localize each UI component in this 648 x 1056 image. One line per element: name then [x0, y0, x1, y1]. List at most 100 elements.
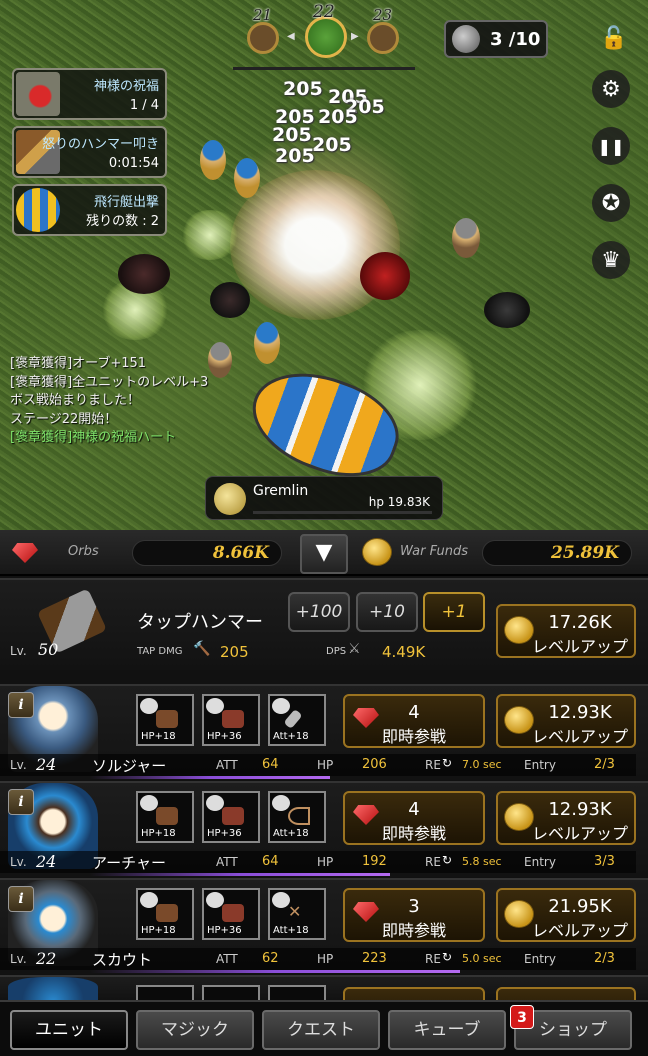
equip-bonus: Att+18	[273, 925, 309, 936]
equip-bonus: HP+36	[207, 925, 242, 936]
entry-label: Entry	[524, 952, 556, 966]
scout-entry: 2/3	[594, 951, 615, 966]
collapse-panel-button[interactable]: ▼	[300, 534, 348, 574]
boss-counter: 3 /10	[444, 20, 548, 58]
chevron-left-icon: ◀	[287, 31, 295, 42]
soldier-sprite	[254, 322, 280, 364]
archer-instant-join-button[interactable]: 4 即時参戦	[343, 791, 485, 845]
tab-magic[interactable]: マジック	[136, 1010, 254, 1050]
re-label: RE	[425, 952, 441, 966]
multiplier-10-button[interactable]: +10	[356, 592, 418, 632]
battle-field[interactable]: 21 22 23 ◀ ▶ 3 /10 🔓 ⚙ ❚❚ ✪ ♛ 神様の祝福 1 / …	[0, 0, 648, 530]
archer-hp: 192	[362, 854, 387, 869]
scout-info-button[interactable]: i	[8, 886, 34, 912]
level-label: Lv.	[10, 758, 27, 772]
chat-bubble-icon	[272, 698, 290, 714]
re-label: RE	[425, 855, 441, 869]
knight-sprite	[452, 218, 480, 258]
levelup-button	[496, 987, 636, 1000]
respawn-icon: ↻	[442, 950, 453, 964]
buff-airship[interactable]: 飛行艇出撃 残りの数 : 2	[12, 184, 167, 236]
equip-bonus: HP+18	[141, 731, 176, 742]
unit-row-archer: i HP+18 HP+36 Att+18 4 即時参戦 12.93K レベルアッ…	[0, 781, 648, 877]
orb-gem-icon	[12, 543, 38, 563]
achievement-ribbon-icon[interactable]: ✪	[592, 184, 630, 222]
soldier-equip-slot-3[interactable]: Att+18	[268, 694, 326, 746]
war-funds-label: War Funds	[400, 544, 469, 559]
boss-health-bar: Gremlin hp 19.83K	[205, 476, 443, 520]
scout-instant-join-button[interactable]: 3 即時参戦	[343, 888, 485, 942]
buff-hammer[interactable]: 怒りのハンマー叩き 0:01:54	[12, 126, 167, 178]
scout-equip-slot-2[interactable]: HP+36	[202, 888, 260, 940]
orbs-value: 8.66K	[132, 540, 282, 566]
buff-hammer-timer: 0:01:54	[108, 156, 159, 171]
archer-equip-slot-2[interactable]: HP+36	[202, 791, 260, 843]
tab-cube[interactable]: キューブ	[388, 1010, 506, 1050]
tab-units[interactable]: ユニット	[10, 1010, 128, 1050]
equip-bonus: HP+36	[207, 828, 242, 839]
archer-levelup-button[interactable]: 12.93K レベルアップ	[496, 791, 636, 845]
hammer-name: タップハンマー	[137, 612, 263, 633]
chat-bubble-icon	[272, 795, 290, 811]
soldier-hp: 206	[362, 757, 387, 772]
hat-icon	[156, 710, 178, 728]
archer-info-button[interactable]: i	[8, 789, 34, 815]
boss-skull-icon	[214, 483, 246, 515]
scout-respawn: 5.0 sec	[462, 952, 502, 965]
pause-icon[interactable]: ❚❚	[592, 127, 630, 165]
hat-icon	[156, 807, 178, 825]
archer-equip-slot-1[interactable]: HP+18	[136, 791, 194, 843]
enemy-sprite	[484, 292, 530, 328]
multiplier-100-button[interactable]: +100	[288, 592, 350, 632]
hammer-levelup-button[interactable]: 17.26K レベルアップ	[496, 604, 636, 658]
chevron-right-icon: ▶	[351, 31, 359, 42]
scout-levelup-button[interactable]: 21.95K レベルアップ	[496, 888, 636, 942]
soldier-info-button[interactable]: i	[8, 692, 34, 718]
unlock-icon[interactable]: 🔓	[600, 26, 630, 52]
equip-bonus: HP+18	[141, 925, 176, 936]
scout-equip-slot-3[interactable]: ✕ Att+18	[268, 888, 326, 940]
war-funds-value: 25.89K	[482, 540, 632, 566]
soldier-entry: 2/3	[594, 757, 615, 772]
settings-gear-icon[interactable]: ⚙	[592, 70, 630, 108]
archer-equip-slot-3[interactable]: Att+18	[268, 791, 326, 843]
crossbow-icon: ✕	[288, 902, 302, 921]
unit-row-soldier: i HP+18 HP+36 Att+18 4 即時参戦 12.93K レベルアッ…	[0, 684, 648, 780]
buff-blessing[interactable]: 神様の祝福 1 / 4	[12, 68, 167, 120]
soldier-equip-slot-1[interactable]: HP+18	[136, 694, 194, 746]
att-label: ATT	[216, 855, 238, 869]
airship-icon	[16, 188, 60, 232]
equip-slot	[202, 985, 260, 1000]
scout-equip-slot-1[interactable]: HP+18	[136, 888, 194, 940]
dps-label: DPS	[326, 646, 347, 657]
crown-ranking-icon[interactable]: ♛	[592, 241, 630, 279]
equip-slot	[268, 985, 326, 1000]
armor-icon	[222, 807, 244, 825]
scout-sprite	[208, 342, 232, 378]
equip-bonus: Att+18	[273, 731, 309, 742]
multiplier-1-button[interactable]: +1	[423, 592, 485, 632]
stage-current-icon	[305, 16, 347, 58]
att-label: ATT	[216, 758, 238, 772]
bottom-tab-bar: ユニット マジック クエスト キューブ ショップ 3	[0, 1000, 648, 1056]
coin-icon	[504, 616, 534, 644]
log-line: ステージ22開始！	[10, 411, 118, 427]
archer-level: 24	[36, 852, 57, 871]
damage-number: 205	[318, 106, 358, 128]
coin-icon	[504, 900, 534, 928]
war-funds-coin-icon	[362, 538, 392, 566]
soldier-xp-line	[90, 776, 330, 779]
soldier-levelup-button[interactable]: 12.93K レベルアップ	[496, 694, 636, 748]
tab-quest[interactable]: クエスト	[262, 1010, 380, 1050]
unit-row-scout: i HP+18 HP+36 ✕ Att+18 3 即時参戦 21.95K レベルア…	[0, 878, 648, 974]
soldier-instant-join-button[interactable]: 4 即時参戦	[343, 694, 485, 748]
boss-name: Gremlin	[253, 483, 309, 499]
hammer-level-label: Lv.	[10, 644, 27, 658]
soldier-sprite	[200, 140, 226, 180]
buff-airship-remaining: 残りの数 : 2	[86, 214, 159, 229]
soldier-equip-slot-2[interactable]: HP+36	[202, 694, 260, 746]
enemy-sprite	[360, 252, 410, 300]
shop-notification-badge: 3	[510, 1005, 534, 1029]
stage-prev-number: 21	[253, 6, 273, 24]
stage-next-number: 23	[373, 6, 393, 24]
